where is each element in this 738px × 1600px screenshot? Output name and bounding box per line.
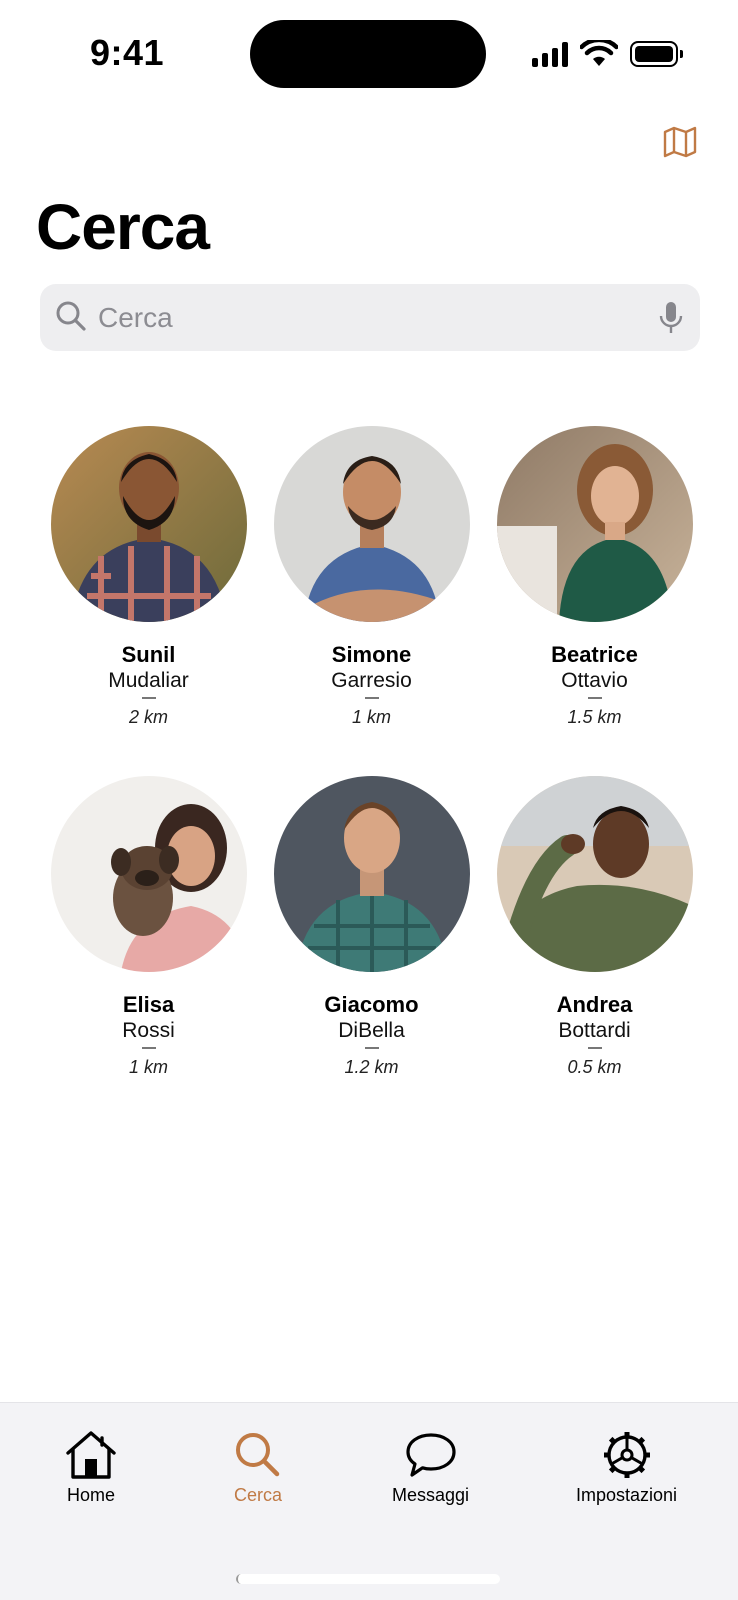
- tab-bar: Home Cerca Messaggi Impostazioni: [0, 1402, 738, 1600]
- separator: [141, 1047, 156, 1049]
- separator: [587, 1047, 602, 1049]
- tab-home[interactable]: Home: [64, 1429, 118, 1506]
- search-bar[interactable]: [40, 284, 700, 351]
- first-name: Sunil: [121, 642, 176, 667]
- tab-label: Home: [66, 1485, 115, 1505]
- house-icon: [66, 1431, 116, 1479]
- avatar: [496, 776, 693, 972]
- last-name: Ottavio: [561, 669, 628, 692]
- first-name: Elisa: [122, 992, 175, 1017]
- last-name: Bottardi: [558, 1019, 631, 1042]
- gear-icon: [603, 1432, 650, 1478]
- first-name: Simone: [331, 642, 412, 667]
- profile-card[interactable]: Simone Garresio 1 km: [260, 426, 483, 728]
- status-icons: [532, 40, 683, 68]
- tab-label: Messaggi: [392, 1485, 470, 1505]
- last-name: Rossi: [122, 1019, 175, 1042]
- first-name: Beatrice: [551, 642, 638, 667]
- tab-impostazioni[interactable]: Impostazioni: [576, 1429, 677, 1506]
- page-title: Cerca: [36, 191, 210, 263]
- status-bar: 9:41: [0, 0, 738, 110]
- distance: 2 km: [128, 707, 168, 727]
- tab-label: Impostazioni: [576, 1485, 678, 1505]
- search-icon: [236, 1433, 280, 1477]
- distance: 0.5 km: [567, 1057, 622, 1077]
- avatar: [273, 426, 470, 622]
- distance: 1.5 km: [567, 707, 622, 727]
- first-name: Andrea: [556, 992, 633, 1017]
- profile-card[interactable]: Andrea Bottardi 0.5 km: [483, 776, 706, 1078]
- map-button[interactable]: [662, 124, 698, 160]
- status-time: 9:41: [90, 32, 165, 73]
- separator: [587, 697, 602, 699]
- profile-card[interactable]: Elisa Rossi 1 km: [37, 776, 260, 1078]
- map-icon: [663, 126, 697, 158]
- wifi-icon: [580, 40, 618, 66]
- battery-icon: [630, 41, 683, 67]
- separator: [141, 697, 156, 699]
- avatar: [50, 776, 247, 972]
- separator: [364, 1047, 379, 1049]
- chat-bubble-icon: [405, 1433, 456, 1477]
- tab-messaggi[interactable]: Messaggi: [392, 1429, 469, 1506]
- last-name: Mudaliar: [108, 669, 189, 692]
- distance: 1 km: [128, 1057, 168, 1077]
- profile-grid: Sunil Mudaliar 2 km Simone Garresio 1 km: [37, 426, 707, 1078]
- last-name: DiBella: [338, 1019, 405, 1042]
- separator: [364, 697, 379, 699]
- avatar: [273, 776, 470, 972]
- profile-card[interactable]: Giacomo DiBella 1.2 km: [260, 776, 483, 1078]
- distance: 1 km: [351, 707, 391, 727]
- avatar: [496, 426, 693, 622]
- search-input[interactable]: [98, 294, 678, 341]
- tab-label: Cerca: [233, 1485, 282, 1505]
- profile-card[interactable]: Beatrice Ottavio 1.5 km: [483, 426, 706, 728]
- cellular-signal-icon: [532, 41, 568, 67]
- first-name: Giacomo: [324, 992, 419, 1017]
- tab-cerca[interactable]: Cerca: [231, 1429, 285, 1506]
- profile-card[interactable]: Sunil Mudaliar 2 km: [37, 426, 260, 728]
- dynamic-island: [250, 20, 486, 88]
- avatar: [50, 426, 247, 622]
- microphone-icon[interactable]: [658, 300, 684, 336]
- home-indicator: [236, 1574, 500, 1584]
- last-name: Garresio: [331, 669, 412, 692]
- search-icon: [56, 301, 86, 331]
- distance: 1.2 km: [344, 1057, 399, 1077]
